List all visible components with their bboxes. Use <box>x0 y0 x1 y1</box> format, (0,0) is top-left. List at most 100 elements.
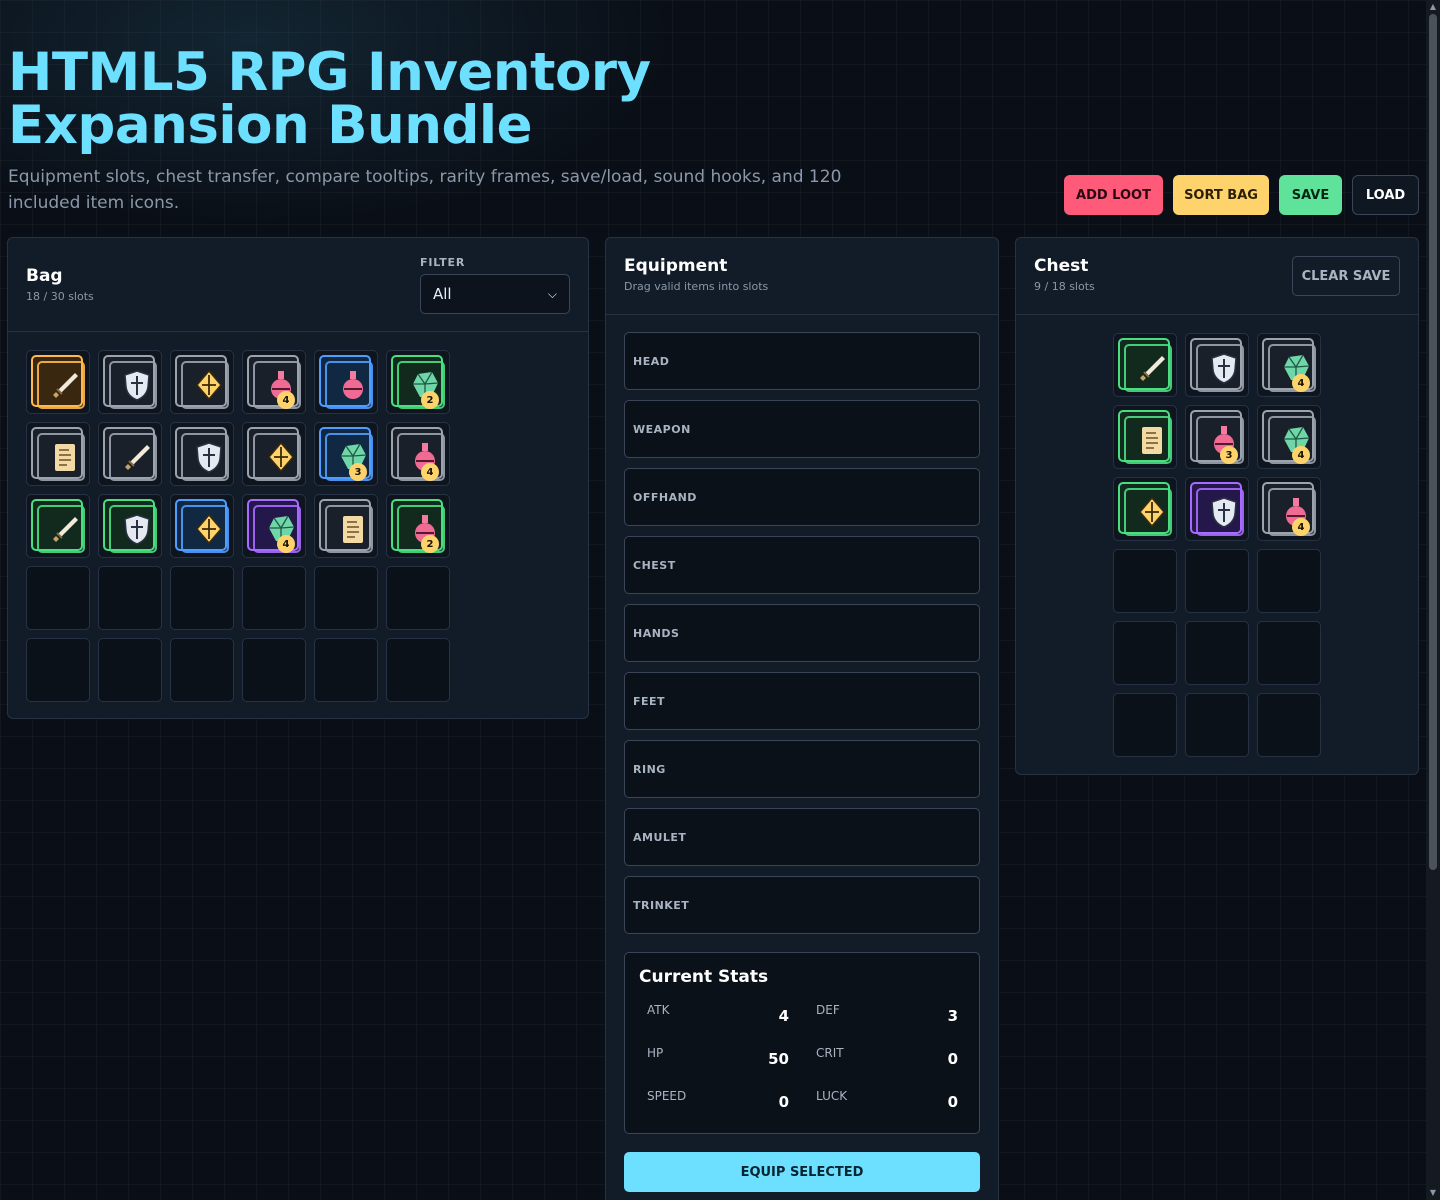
bag-slot[interactable] <box>26 422 90 486</box>
item-frame-uncommon[interactable] <box>1118 338 1172 392</box>
item-frame-uncommon[interactable] <box>103 499 157 553</box>
chest-slot[interactable] <box>1185 477 1249 541</box>
bag-slot[interactable]: 4 <box>386 422 450 486</box>
item-frame-uncommon[interactable] <box>1118 410 1172 464</box>
bag-slot[interactable] <box>170 422 234 486</box>
sort-bag-button[interactable]: SORT BAG <box>1173 175 1269 215</box>
bag-empty-slot[interactable] <box>386 638 450 702</box>
filter-select[interactable]: All ⌵ <box>420 274 570 314</box>
bag-slot[interactable]: 4 <box>242 494 306 558</box>
chest-slot[interactable] <box>1185 333 1249 397</box>
chest-slot[interactable] <box>1113 405 1177 469</box>
chest-slot[interactable]: 4 <box>1257 333 1321 397</box>
bag-empty-slot[interactable] <box>170 638 234 702</box>
bag-empty-slot[interactable] <box>170 566 234 630</box>
equip-slot-feet[interactable]: FEET <box>624 672 980 730</box>
item-frame-legendary[interactable] <box>31 355 85 409</box>
bag-slot[interactable] <box>98 350 162 414</box>
bag-slot[interactable] <box>98 494 162 558</box>
item-frame-common[interactable] <box>175 355 229 409</box>
bag-empty-slot[interactable] <box>242 638 306 702</box>
item-frame-common[interactable]: 4 <box>1262 338 1316 392</box>
bag-empty-slot[interactable] <box>26 638 90 702</box>
chest-slot[interactable] <box>1113 477 1177 541</box>
item-frame-rare[interactable] <box>175 499 229 553</box>
equip-slot-head[interactable]: HEAD <box>624 332 980 390</box>
bag-slot[interactable] <box>170 494 234 558</box>
bag-slot[interactable] <box>314 350 378 414</box>
item-frame-common[interactable]: 4 <box>1262 482 1316 536</box>
bag-slot[interactable]: 4 <box>242 350 306 414</box>
clear-save-button[interactable]: CLEAR SAVE <box>1292 256 1400 296</box>
equip-slot-offhand[interactable]: OFFHAND <box>624 468 980 526</box>
bag-empty-slot[interactable] <box>242 566 306 630</box>
item-frame-common[interactable]: 3 <box>1190 410 1244 464</box>
chest-empty-slot[interactable] <box>1185 693 1249 757</box>
equip-slot-ring[interactable]: RING <box>624 740 980 798</box>
item-frame-rare[interactable] <box>319 355 373 409</box>
item-frame-common[interactable]: 4 <box>1262 410 1316 464</box>
equip-slot-hands[interactable]: HANDS <box>624 604 980 662</box>
add-loot-button[interactable]: ADD LOOT <box>1064 175 1163 215</box>
bag-empty-slot[interactable] <box>314 566 378 630</box>
sword-icon <box>1132 348 1172 388</box>
item-frame-uncommon[interactable]: 2 <box>391 499 445 553</box>
equip-slot-trinket[interactable]: TRINKET <box>624 876 980 934</box>
load-button[interactable]: LOAD <box>1352 175 1419 215</box>
bag-slot[interactable] <box>26 350 90 414</box>
chest-empty-slot[interactable] <box>1185 621 1249 685</box>
equip-selected-button[interactable]: EQUIP SELECTED <box>624 1152 980 1192</box>
page-scrollbar[interactable]: ▲ ▼ <box>1426 0 1440 1200</box>
item-frame-common[interactable] <box>31 427 85 481</box>
chest-slot[interactable]: 4 <box>1257 477 1321 541</box>
bag-empty-slot[interactable] <box>98 566 162 630</box>
bag-slot[interactable] <box>242 422 306 486</box>
chest-slot[interactable] <box>1113 333 1177 397</box>
bag-empty-slot[interactable] <box>386 566 450 630</box>
sword-icon <box>45 509 85 549</box>
item-frame-common[interactable]: 4 <box>247 355 301 409</box>
item-frame-uncommon[interactable] <box>31 499 85 553</box>
bag-slot[interactable]: 2 <box>386 350 450 414</box>
chest-empty-slot[interactable] <box>1113 693 1177 757</box>
chest-slot[interactable]: 4 <box>1257 405 1321 469</box>
bag-slot[interactable] <box>26 494 90 558</box>
save-button[interactable]: SAVE <box>1279 175 1342 215</box>
scroll-down-icon[interactable]: ▼ <box>1428 1188 1438 1198</box>
item-frame-common[interactable]: 4 <box>391 427 445 481</box>
item-frame-uncommon[interactable]: 2 <box>391 355 445 409</box>
item-frame-common[interactable] <box>1190 338 1244 392</box>
chest-empty-slot[interactable] <box>1257 693 1321 757</box>
chest-empty-slot[interactable] <box>1113 621 1177 685</box>
stat-crit: CRIT 0 <box>808 1040 968 1083</box>
chest-slot[interactable]: 3 <box>1185 405 1249 469</box>
equip-slot-chest[interactable]: CHEST <box>624 536 980 594</box>
chest-empty-slot[interactable] <box>1113 549 1177 613</box>
item-frame-common[interactable] <box>103 355 157 409</box>
chest-empty-slot[interactable] <box>1185 549 1249 613</box>
equip-slot-weapon[interactable]: WEAPON <box>624 400 980 458</box>
scroll-thumb[interactable] <box>1429 14 1437 870</box>
chest-empty-slot[interactable] <box>1257 621 1321 685</box>
bag-slot[interactable] <box>98 422 162 486</box>
quantity-badge: 3 <box>349 463 367 481</box>
stat-hp: HP 50 <box>639 1040 799 1083</box>
item-frame-common[interactable] <box>247 427 301 481</box>
item-frame-epic[interactable]: 4 <box>247 499 301 553</box>
scroll-up-icon[interactable]: ▲ <box>1428 2 1438 12</box>
bag-slot[interactable] <box>314 494 378 558</box>
bag-slot[interactable]: 2 <box>386 494 450 558</box>
bag-empty-slot[interactable] <box>314 638 378 702</box>
item-frame-common[interactable] <box>103 427 157 481</box>
item-frame-common[interactable] <box>319 499 373 553</box>
bag-empty-slot[interactable] <box>98 638 162 702</box>
equip-slot-amulet[interactable]: AMULET <box>624 808 980 866</box>
item-frame-rare[interactable]: 3 <box>319 427 373 481</box>
chest-empty-slot[interactable] <box>1257 549 1321 613</box>
bag-empty-slot[interactable] <box>26 566 90 630</box>
item-frame-uncommon[interactable] <box>1118 482 1172 536</box>
item-frame-common[interactable] <box>175 427 229 481</box>
item-frame-epic[interactable] <box>1190 482 1244 536</box>
bag-slot[interactable] <box>170 350 234 414</box>
bag-slot[interactable]: 3 <box>314 422 378 486</box>
